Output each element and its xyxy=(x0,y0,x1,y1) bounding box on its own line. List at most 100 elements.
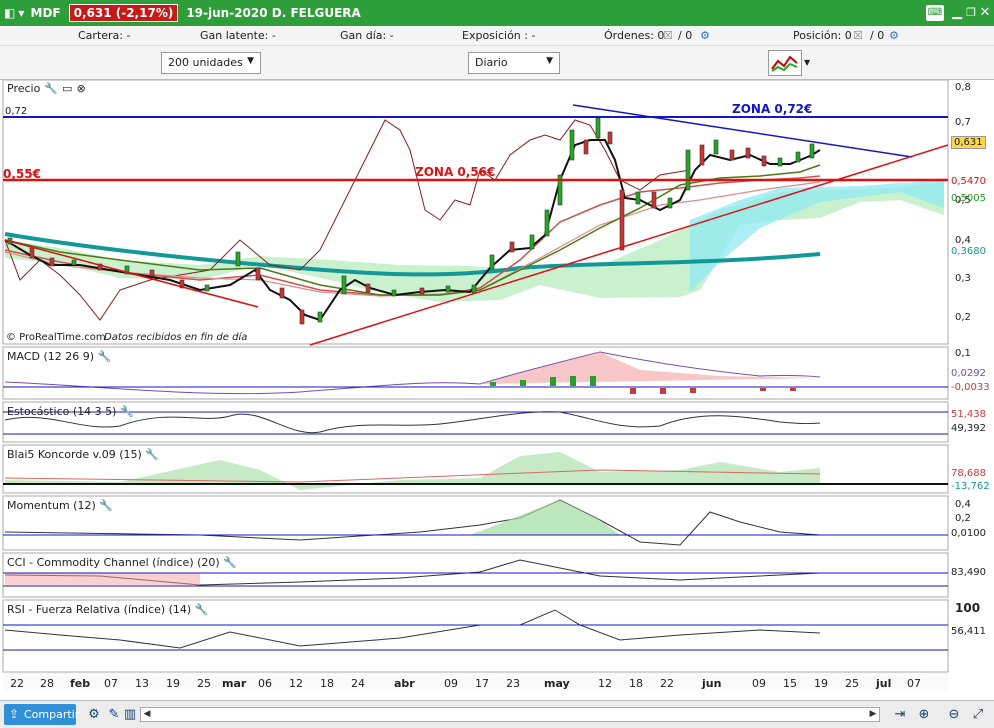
window-menu-icon[interactable]: ◧ xyxy=(4,6,15,20)
chevron-down-icon: ▼ xyxy=(546,56,553,66)
date-tick: 07 xyxy=(907,677,921,690)
date-tick: 23 xyxy=(506,677,520,690)
scroll-left-icon[interactable]: ◀ xyxy=(141,708,153,721)
scroll-end-icon[interactable]: ⇥ xyxy=(890,705,910,725)
price-tick: 0,3 xyxy=(955,273,971,284)
date-tick: 18 xyxy=(629,677,643,690)
zona-072-annotation: ZONA 0,72€ xyxy=(732,102,813,116)
posicion-settings-icon[interactable]: ⚙ xyxy=(889,29,899,42)
date-tick: 09 xyxy=(444,677,458,690)
indicators-icon[interactable]: ▥ xyxy=(120,705,140,725)
posicion-label: Posición: 0 xyxy=(793,29,852,42)
price-tag-green: 0,5005 xyxy=(951,193,986,204)
exposicion-label: Exposición : - xyxy=(462,29,536,42)
date-tick: 22 xyxy=(10,677,24,690)
date-tick: 15 xyxy=(783,677,797,690)
horizontal-scrollbar[interactable]: ◀ ▶ xyxy=(140,707,880,722)
share-icon: ⇪ xyxy=(9,707,20,721)
macd-tick: 0,1 xyxy=(955,348,971,359)
date-tick: 25 xyxy=(845,677,859,690)
chart-area[interactable]: Precio 🔧 ▭ ⊗ 0,72 0,55€ ZONA 0,72€ ZONA 0,… xyxy=(0,79,994,700)
wrench-icon[interactable]: 🔧 xyxy=(44,82,58,95)
date-tick: jul xyxy=(876,677,892,690)
ordenes-settings-icon[interactable]: ⚙ xyxy=(700,29,710,42)
wrench-icon[interactable]: 🔧 xyxy=(98,350,112,363)
account-info-bar: Cartera: - Gan latente: - Gan día: - Exp… xyxy=(0,26,994,46)
date-tick: 18 xyxy=(320,677,334,690)
zoom-out-icon[interactable]: ⊖ xyxy=(944,705,964,725)
scroll-right-icon[interactable]: ▶ xyxy=(867,708,879,721)
price-tick: 0,2 xyxy=(955,312,971,323)
zoom-in-icon[interactable]: ⊕ xyxy=(914,705,934,725)
dropdown-icon[interactable]: ▼ xyxy=(18,9,24,18)
zoom-fit-icon[interactable]: ⤢ xyxy=(968,705,988,725)
estoc-title: Estocástico (14 3 5) xyxy=(7,405,117,418)
level-055-label: 0,55€ xyxy=(3,167,41,181)
level-072-label: 0,72 xyxy=(5,106,28,117)
rsi-value: 56,411 xyxy=(951,626,986,637)
period-select[interactable]: Diario ▼ xyxy=(468,52,560,74)
units-select[interactable]: 200 unidades ▼ xyxy=(161,52,261,74)
symbol-label: MDF xyxy=(30,6,61,20)
share-label: Compartir xyxy=(24,708,80,721)
chart-type-button[interactable] xyxy=(768,50,802,76)
ordenes-check-icon[interactable]: ☒ xyxy=(663,29,673,42)
precio-header: Precio 🔧 ▭ ⊗ xyxy=(7,82,86,95)
estoc-value: 49,392 xyxy=(951,423,986,434)
period-value: Diario xyxy=(475,56,508,69)
cci-title: CCI - Commodity Channel (índice) (20) xyxy=(7,556,220,569)
chart-settings-icon[interactable]: ⚙ xyxy=(84,705,104,725)
gan-dia-label: Gan día: - xyxy=(340,29,394,42)
ordenes-label: Órdenes: 0 xyxy=(604,29,665,42)
window-title: 19-jun-2020 D. FELGUERA xyxy=(186,6,361,20)
momentum-tick: 0,2 xyxy=(955,513,971,524)
price-badge: 0,631 (-2,17%) xyxy=(68,4,179,22)
rsi-title: RSI - Fuerza Relativa (índice) (14) xyxy=(7,603,192,616)
estoc-value: 51,438 xyxy=(951,409,986,420)
date-tick: 12 xyxy=(598,677,612,690)
date-tick: 28 xyxy=(40,677,54,690)
blai-title: Blai5 Koncorde v.09 (15) xyxy=(7,448,142,461)
momentum-title: Momentum (12) xyxy=(7,499,96,512)
window-icon[interactable]: ▭ xyxy=(62,82,72,95)
date-tick: 09 xyxy=(752,677,766,690)
wrench-icon[interactable]: 🔧 xyxy=(145,448,159,461)
price-tag-red: 0,5470 xyxy=(951,176,986,187)
date-tick: 19 xyxy=(166,677,180,690)
date-tick: 24 xyxy=(351,677,365,690)
chart-type-chevron-icon[interactable]: ▼ xyxy=(804,58,810,67)
date-tick: abr xyxy=(394,677,415,690)
posicion-check-icon[interactable]: ☒ xyxy=(853,29,863,42)
cci-header: CCI - Commodity Channel (índice) (20) 🔧 xyxy=(7,556,237,569)
price-tick: 0,7 xyxy=(955,117,971,128)
candlestick-chart-icon xyxy=(771,55,798,72)
wrench-icon[interactable]: 🔧 xyxy=(223,556,237,569)
blai-value: -13,762 xyxy=(951,481,990,492)
wrench-icon[interactable]: 🔧 xyxy=(120,405,134,418)
wrench-icon[interactable]: 🔧 xyxy=(99,499,113,512)
chevron-down-icon: ▼ xyxy=(247,56,254,66)
units-value: 200 unidades xyxy=(168,56,243,69)
momentum-header: Momentum (12) 🔧 xyxy=(7,499,113,512)
close-icon[interactable]: ✕ xyxy=(976,5,994,21)
rsi-header: RSI - Fuerza Relativa (índice) (14) 🔧 xyxy=(7,603,208,616)
wrench-icon[interactable]: 🔧 xyxy=(195,603,209,616)
close-icon[interactable]: ⊗ xyxy=(76,82,85,95)
last-price-tag: 0,631 xyxy=(951,136,986,149)
date-tick: jun xyxy=(702,677,722,690)
posicion-total: / 0 xyxy=(870,29,885,42)
cci-value: 83,490 xyxy=(951,567,986,578)
price-tag-teal: 0,3680 xyxy=(951,246,986,257)
blai-header: Blai5 Koncorde v.09 (15) 🔧 xyxy=(7,448,159,461)
keyboard-icon[interactable]: ⌨ xyxy=(926,5,944,21)
date-axis: 22 28 feb 07 13 19 25 mar 06 12 18 24 ab… xyxy=(10,677,940,691)
share-button[interactable]: ⇪ Compartir xyxy=(4,704,80,725)
date-tick: 25 xyxy=(197,677,211,690)
bottom-toolbar: ⇪ Compartir ⚙ ✎ ▥ ◀ ▶ ⇥ ⊕ ⊖ ⤢ xyxy=(0,700,994,728)
precio-title: Precio xyxy=(7,82,41,95)
macd-value: 0,0292 xyxy=(951,368,986,379)
ordenes-total: / 0 xyxy=(678,29,693,42)
rsi-tick: 100 xyxy=(955,601,981,615)
momentum-value: 0,0100 xyxy=(951,528,986,539)
momentum-tick: 0,4 xyxy=(955,499,971,510)
